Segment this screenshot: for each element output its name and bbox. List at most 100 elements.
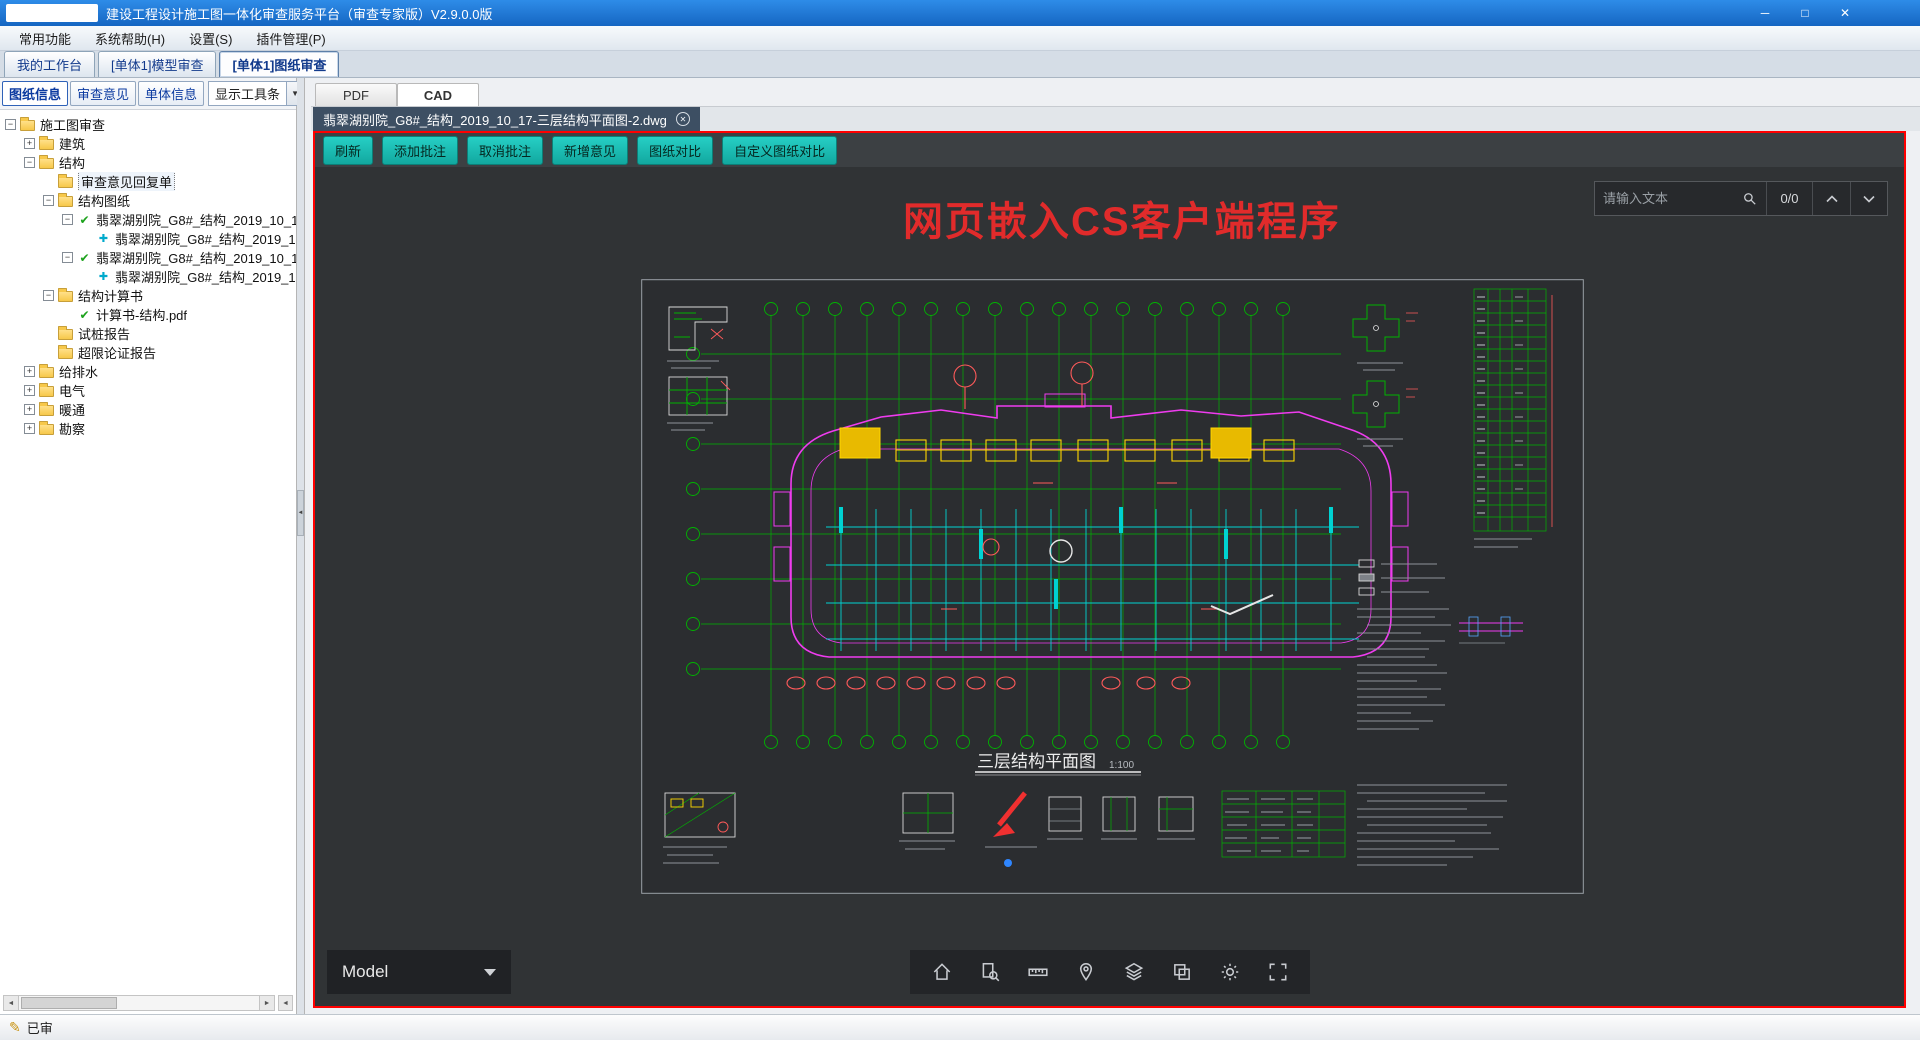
tree-item-label: 结构计算书 xyxy=(78,289,144,304)
close-button[interactable]: ✕ xyxy=(1828,3,1862,23)
embedded-cad-frame: 刷新 添加批注 取消批注 新增意见 图纸对比 自定义图纸对比 网页嵌入CS客户端… xyxy=(313,131,1906,1008)
collapse-minus-icon[interactable]: − xyxy=(43,195,54,206)
tree-item[interactable]: −✔ 翡翠湖别院_G8#_结构_2019_10_17-三层结构平面图-2.dwg xyxy=(0,210,296,229)
check-icon: ✔ xyxy=(79,250,90,265)
custom-compare-button[interactable]: 自定义图纸对比 xyxy=(722,135,838,165)
view-icon[interactable] xyxy=(970,954,1010,990)
drawing-tree: − 施工图审查 + 建筑 − 结构 审查意见回复单 − 结构图纸 − ✔ 翡翠湖别院_G8#… xyxy=(0,110,296,993)
settings-icon[interactable] xyxy=(1210,954,1250,990)
search-prev-icon[interactable] xyxy=(1813,182,1850,215)
scrollbar-thumb[interactable] xyxy=(21,997,117,1009)
combo-label: 显示工具条 xyxy=(215,87,281,102)
folder-icon xyxy=(58,193,73,207)
scroll-right-icon[interactable]: ► xyxy=(259,995,275,1011)
tree-item[interactable]: − 施工图审查 xyxy=(0,115,296,134)
text-search-widget: 0/0 xyxy=(1594,181,1888,216)
tab-unit-info[interactable]: 单体信息 xyxy=(138,81,205,106)
collapse-minus-icon[interactable]: − xyxy=(24,157,35,168)
tree-item-label: 建筑 xyxy=(59,137,86,152)
home-icon[interactable] xyxy=(922,954,962,990)
drawing-scale: 1:100 xyxy=(1109,760,1134,771)
tree-item[interactable]: ✔ 计算书-结构.pdf xyxy=(0,305,296,324)
tree-item-label: 翡翠湖别院_G8#_结构_2019_10_17-三层结构平面图-2.dwg xyxy=(115,270,296,285)
tab-drawing-review[interactable]: [单体1]图纸审查 xyxy=(219,51,340,77)
folder-icon xyxy=(39,136,54,150)
drawing-compare-button[interactable]: 图纸对比 xyxy=(637,135,714,165)
tree-item-label: 计算书-结构.pdf xyxy=(96,308,188,323)
toolbar-display-combo[interactable]: 显示工具条 ▼ xyxy=(208,81,305,106)
scrollbar-track[interactable] xyxy=(19,995,259,1011)
collapse-minus-icon[interactable]: − xyxy=(62,214,73,225)
marker-dot xyxy=(1004,859,1012,867)
tab-drawing-info[interactable]: 图纸信息 xyxy=(2,81,69,106)
check-icon: ✔ xyxy=(79,212,90,227)
tab-review-comments[interactable]: 审查意见 xyxy=(70,81,137,106)
tree-item[interactable]: − 结构 xyxy=(0,153,296,172)
menu-help[interactable]: 系统帮助(H) xyxy=(84,26,176,51)
window-title: 建设工程设计施工图一体化审查服务平台（审查专家版）V2.9.0.0版 xyxy=(106,6,493,22)
scroll-left-icon[interactable]: ◄ xyxy=(3,995,19,1011)
search-next-icon[interactable] xyxy=(1850,182,1887,215)
copy-icon[interactable] xyxy=(1162,954,1202,990)
collapse-minus-icon[interactable]: − xyxy=(5,119,16,130)
collapse-minus-icon[interactable]: − xyxy=(62,252,73,263)
fullscreen-icon[interactable] xyxy=(1258,954,1298,990)
tree-item-selected[interactable]: 审查意见回复单 xyxy=(0,172,296,191)
overlay-watermark-text: 网页嵌入CS客户端程序 xyxy=(903,200,1341,244)
refresh-button[interactable]: 刷新 xyxy=(323,135,374,165)
cancel-annotation-button[interactable]: 取消批注 xyxy=(467,135,544,165)
tree-item[interactable]: 试桩报告 xyxy=(0,324,296,343)
panel-splitter[interactable]: ◄ xyxy=(297,78,305,1014)
menu-common[interactable]: 常用功能 xyxy=(8,26,82,51)
drawing-viewer: PDF CAD 翡翠湖别院_G8#_结构_2019_10_17-三层结构平面图-… xyxy=(305,78,1920,1014)
add-annotation-button[interactable]: 添加批注 xyxy=(382,135,459,165)
expand-plus-icon[interactable]: + xyxy=(24,366,35,377)
tree-item[interactable]: − 结构图纸 xyxy=(0,191,296,210)
document-tab[interactable]: 翡翠湖别院_G8#_结构_2019_10_17-三层结构平面图-2.dwg ✕ xyxy=(313,107,700,131)
search-input[interactable] xyxy=(1603,191,1736,206)
document-tab-title: 翡翠湖别院_G8#_结构_2019_10_17-三层结构平面图-2.dwg xyxy=(323,112,667,128)
new-comment-button[interactable]: 新增意见 xyxy=(552,135,629,165)
app-logo xyxy=(6,4,98,22)
cad-drawing-sheet[interactable]: 三层结构平面图 1:100 xyxy=(641,279,1584,894)
maximize-button[interactable]: □ xyxy=(1788,3,1822,23)
model-space-selector[interactable]: Model xyxy=(327,950,511,994)
marker-icon[interactable] xyxy=(1066,954,1106,990)
cad-canvas[interactable]: 网页嵌入CS客户端程序 0/0 xyxy=(315,167,1904,1006)
tab-model-review[interactable]: [单体1]模型审查 xyxy=(98,51,217,77)
expand-plus-icon[interactable]: + xyxy=(24,138,35,149)
tree-item[interactable]: + 勘察 xyxy=(0,419,296,438)
tree-item[interactable]: −✔ 翡翠湖别院_G8#_结构_2019_10_17-三层结构平面图-2.dwg xyxy=(0,248,296,267)
measure-icon[interactable] xyxy=(1018,954,1058,990)
menu-settings[interactable]: 设置(S) xyxy=(178,26,243,51)
tree-item[interactable]: + 给排水 xyxy=(0,362,296,381)
panel-collapse-icon[interactable]: ◄ xyxy=(278,995,293,1011)
tree-item[interactable]: − 结构计算书 xyxy=(0,286,296,305)
tree-item[interactable]: ✚ 翡翠湖别院_G8#_结构_2019_10_17-三层结构平面图-2.dwg xyxy=(0,267,296,286)
search-icon[interactable] xyxy=(1742,191,1758,207)
reviewed-status-icon: ✎ xyxy=(9,1019,21,1035)
tab-pdf[interactable]: PDF xyxy=(315,83,397,106)
tree-item[interactable]: + 电气 xyxy=(0,381,296,400)
tree-item[interactable]: ✚ 翡翠湖别院_G8#_结构_2019_10_17-三层结构平面图-2.dwg xyxy=(0,229,296,248)
workspace-tabbar: 我的工作台 [单体1]模型审查 [单体1]图纸审查 xyxy=(0,51,1920,78)
layers-icon[interactable] xyxy=(1114,954,1154,990)
expand-plus-icon[interactable]: + xyxy=(24,423,35,434)
expand-plus-icon[interactable]: + xyxy=(24,404,35,415)
menubar: 常用功能 系统帮助(H) 设置(S) 插件管理(P) xyxy=(0,26,1920,51)
close-icon[interactable]: ✕ xyxy=(675,112,690,126)
splitter-collapse-icon[interactable]: ◄ xyxy=(297,489,304,536)
tree-item[interactable]: + 暖通 xyxy=(0,400,296,419)
tree-item[interactable]: + 建筑 xyxy=(0,134,296,153)
tab-my-workbench[interactable]: 我的工作台 xyxy=(4,51,96,77)
menu-plugins[interactable]: 插件管理(P) xyxy=(245,26,336,51)
minimize-button[interactable]: ─ xyxy=(1748,3,1782,23)
folder-icon xyxy=(58,174,73,188)
collapse-minus-icon[interactable]: − xyxy=(43,290,54,301)
sidebar-hscrollbar[interactable]: ◄ ► ◄ xyxy=(3,995,293,1011)
expand-plus-icon[interactable]: + xyxy=(24,385,35,396)
tab-cad[interactable]: CAD xyxy=(397,83,479,106)
window-controls: ─ □ ✕ xyxy=(1748,3,1862,23)
tree-item[interactable]: 超限论证报告 xyxy=(0,343,296,362)
